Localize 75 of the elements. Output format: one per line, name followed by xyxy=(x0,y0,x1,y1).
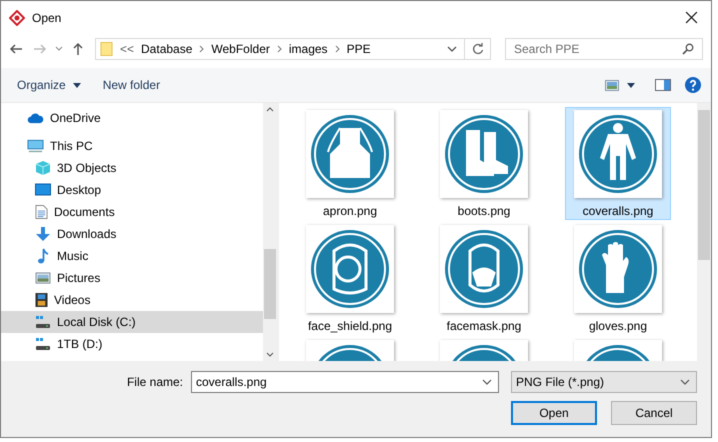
caret-down-icon xyxy=(72,82,81,88)
file-name: coveralls.png xyxy=(582,204,654,218)
chevron-up-icon[interactable] xyxy=(266,107,274,112)
file-tile[interactable]: coveralls.png xyxy=(565,107,671,220)
film-strip-icon xyxy=(35,292,48,308)
organize-menu-button[interactable]: Organize xyxy=(13,75,85,95)
chevron-right-icon xyxy=(334,45,340,53)
files-scrollbar[interactable] xyxy=(697,103,711,361)
chevron-right-icon xyxy=(199,45,204,53)
sidebar-item[interactable]: Documents xyxy=(1,201,263,223)
drive-icon xyxy=(35,337,51,351)
address-bar[interactable]: << Database WebFolder images PPE xyxy=(95,38,491,60)
picture-icon xyxy=(35,272,51,284)
face-mask-icon xyxy=(444,229,524,309)
sidebar-item[interactable]: Downloads xyxy=(1,223,263,245)
sidebar-item[interactable]: OneDrive xyxy=(1,107,263,129)
file-name: face_shield.png xyxy=(308,319,392,333)
sidebar-scrollbar[interactable] xyxy=(263,103,277,361)
face-shield-icon xyxy=(310,229,390,309)
new-folder-button[interactable]: New folder xyxy=(98,75,164,95)
breadcrumb-link[interactable]: images xyxy=(288,42,328,56)
breadcrumb-link[interactable]: PPE xyxy=(346,42,371,56)
sidebar-item[interactable]: This PC xyxy=(1,135,263,157)
help-icon[interactable] xyxy=(685,77,701,93)
close-icon xyxy=(684,11,698,24)
desktop-icon xyxy=(35,183,51,197)
sidebar-item[interactable]: Desktop xyxy=(1,179,263,201)
scrollbar-thumb[interactable] xyxy=(698,110,710,260)
file-name: facemask.png xyxy=(446,319,522,333)
search-field[interactable]: Search PPE xyxy=(505,38,703,60)
sidebar-item[interactable]: Videos xyxy=(1,289,263,311)
search-icon xyxy=(682,43,694,55)
chevron-down-icon[interactable] xyxy=(447,46,457,52)
file-name: gloves.png xyxy=(588,319,648,333)
sidebar-item[interactable]: Music xyxy=(1,245,263,267)
chevron-right-icon xyxy=(276,45,282,53)
chevron-down-icon[interactable] xyxy=(482,379,492,385)
glove-icon xyxy=(578,229,658,309)
drive-icon xyxy=(35,315,51,329)
apron-icon xyxy=(310,114,390,194)
file-name: boots.png xyxy=(458,204,510,218)
preview-pane-icon[interactable] xyxy=(655,79,671,91)
file-type-dropdown[interactable]: PNG File (*.png) xyxy=(511,371,697,393)
refresh-icon[interactable] xyxy=(472,43,484,55)
scrollbar-thumb[interactable] xyxy=(264,249,276,319)
open-button[interactable]: Open xyxy=(511,401,597,425)
caret-down-icon[interactable] xyxy=(627,82,635,88)
breadcrumb-link[interactable]: Database xyxy=(141,42,192,56)
app-logo-icon xyxy=(9,10,25,26)
coverall-icon xyxy=(578,114,658,194)
back-arrow-icon[interactable] xyxy=(9,42,23,56)
folder-icon xyxy=(100,41,113,57)
download-arrow-icon xyxy=(35,226,51,242)
overflow-chevrons[interactable]: << xyxy=(120,42,134,56)
file-name: apron.png xyxy=(322,204,378,218)
up-arrow-icon[interactable] xyxy=(71,42,85,56)
sidebar-item[interactable]: 3D Objects xyxy=(1,157,263,179)
music-note-icon xyxy=(35,248,51,264)
file-name-label: File name: xyxy=(126,375,183,389)
sidebar-item[interactable]: 1TB (D:) xyxy=(1,333,263,355)
document-icon xyxy=(35,204,48,220)
sidebar-item[interactable]: Local Disk (C:) xyxy=(1,311,263,333)
cancel-button[interactable]: Cancel xyxy=(611,401,697,425)
cloud-icon xyxy=(27,112,44,124)
view-picture-icon[interactable] xyxy=(605,80,619,90)
chevron-down-icon xyxy=(680,379,690,385)
breadcrumb-link[interactable]: WebFolder xyxy=(211,42,270,56)
sidebar-item[interactable]: Pictures xyxy=(1,267,263,289)
cube-icon xyxy=(35,160,51,176)
window-title: Open xyxy=(32,10,62,24)
chevron-down-icon[interactable] xyxy=(266,352,274,357)
monitor-icon xyxy=(27,139,44,153)
file-name-field[interactable]: coveralls.png xyxy=(191,371,499,393)
chevron-down-icon[interactable] xyxy=(55,46,63,52)
boot-icon xyxy=(444,114,524,194)
